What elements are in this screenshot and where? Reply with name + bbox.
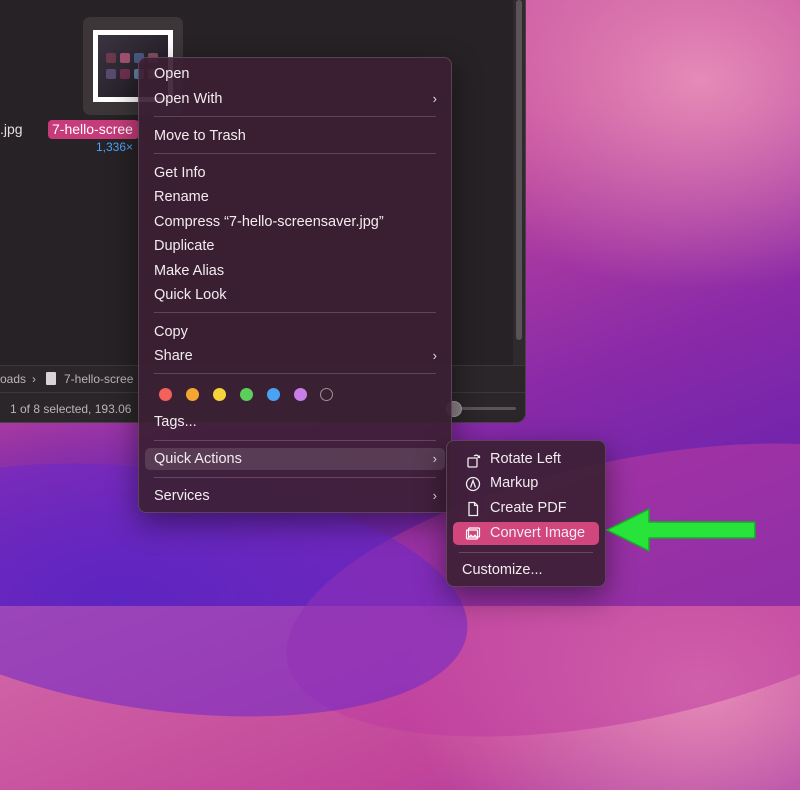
menu-item-move-to-trash[interactable]: Move to Trash — [145, 125, 445, 147]
menu-item-label: Markup — [490, 475, 539, 491]
menu-item-label: Tags... — [154, 414, 197, 430]
menu-separator — [154, 116, 436, 117]
menu-separator — [154, 312, 436, 313]
annotation-arrow — [606, 508, 756, 552]
menu-item-quick-look[interactable]: Quick Look — [145, 284, 445, 306]
quick-action-rotate-left[interactable]: Rotate Left — [453, 448, 599, 471]
tag-yellow[interactable] — [213, 388, 226, 401]
quick-action-markup[interactable]: Markup — [453, 472, 599, 495]
document-icon — [46, 372, 56, 385]
chevron-right-icon: › — [432, 451, 437, 466]
menu-separator — [154, 153, 436, 154]
file-name-label[interactable]: .jpg — [0, 121, 23, 137]
quick-actions-submenu: Rotate Left Markup Create PDF Convert Im… — [446, 440, 606, 587]
quick-action-create-pdf[interactable]: Create PDF — [453, 497, 599, 520]
menu-item-label: Open With — [154, 91, 223, 107]
menu-item-rename[interactable]: Rename — [145, 186, 445, 208]
menu-item-label: Rotate Left — [490, 451, 561, 467]
photos-icon — [465, 527, 481, 540]
menu-item-share[interactable]: Share › — [145, 345, 445, 367]
menu-item-label: Convert Image — [490, 525, 586, 541]
tag-blue[interactable] — [267, 388, 280, 401]
menu-item-label: Make Alias — [154, 263, 225, 279]
menu-separator — [154, 373, 436, 374]
selection-status: 1 of 8 selected, 193.06 — [10, 402, 132, 416]
path-file[interactable]: 7-hello-scree — [64, 372, 133, 386]
menu-item-label: Rename — [154, 189, 209, 205]
menu-item-duplicate[interactable]: Duplicate — [145, 235, 445, 257]
menu-item-label: Get Info — [154, 165, 206, 181]
menu-separator — [459, 552, 593, 553]
menu-item-label: Create PDF — [490, 500, 567, 516]
menu-item-services[interactable]: Services › — [145, 485, 445, 507]
menu-item-label: Open — [154, 66, 190, 82]
chevron-right-icon: › — [432, 91, 437, 106]
quick-action-customize[interactable]: Customize... — [453, 559, 599, 582]
menu-item-copy[interactable]: Copy — [145, 321, 445, 343]
quick-action-convert-image[interactable]: Convert Image — [453, 522, 599, 545]
menu-item-make-alias[interactable]: Make Alias — [145, 260, 445, 282]
menu-item-compress[interactable]: Compress “7-hello-screensaver.jpg” — [145, 211, 445, 233]
selected-file-name[interactable]: 7-hello-scree — [48, 120, 139, 139]
scrollbar-thumb[interactable] — [516, 0, 522, 340]
tag-red[interactable] — [159, 388, 172, 401]
markup-icon — [465, 476, 481, 492]
scrollbar[interactable] — [513, 0, 525, 365]
chevron-right-icon: › — [432, 348, 437, 363]
menu-item-label: Copy — [154, 324, 188, 340]
menu-item-get-info[interactable]: Get Info — [145, 162, 445, 184]
menu-item-label: Duplicate — [154, 238, 215, 254]
path-folder[interactable]: oads — [0, 372, 26, 386]
document-icon — [468, 501, 479, 517]
menu-item-open[interactable]: Open — [145, 63, 445, 85]
menu-item-label: Move to Trash — [154, 128, 246, 144]
menu-separator — [154, 440, 436, 441]
menu-item-label: Quick Look — [154, 287, 227, 303]
tag-orange[interactable] — [186, 388, 199, 401]
menu-item-open-with[interactable]: Open With › — [145, 88, 445, 110]
menu-item-label: Services — [154, 488, 210, 504]
menu-separator — [154, 477, 436, 478]
menu-item-quick-actions[interactable]: Quick Actions › — [145, 448, 445, 470]
file-dimensions: 1,336× — [96, 140, 134, 154]
menu-item-label: Share — [154, 348, 193, 364]
path-separator: › — [32, 372, 36, 386]
chevron-right-icon: › — [432, 488, 437, 503]
tag-green[interactable] — [240, 388, 253, 401]
rotate-left-icon — [467, 454, 481, 468]
context-menu: Open Open With › Move to Trash Get Info … — [138, 57, 452, 513]
menu-item-label: Compress “7-hello-screensaver.jpg” — [154, 214, 384, 230]
menu-item-label: Customize... — [462, 562, 543, 578]
tag-purple[interactable] — [294, 388, 307, 401]
menu-item-label: Quick Actions — [154, 451, 242, 467]
menu-item-tags[interactable]: Tags... — [145, 411, 445, 433]
tag-gray[interactable] — [320, 388, 333, 401]
